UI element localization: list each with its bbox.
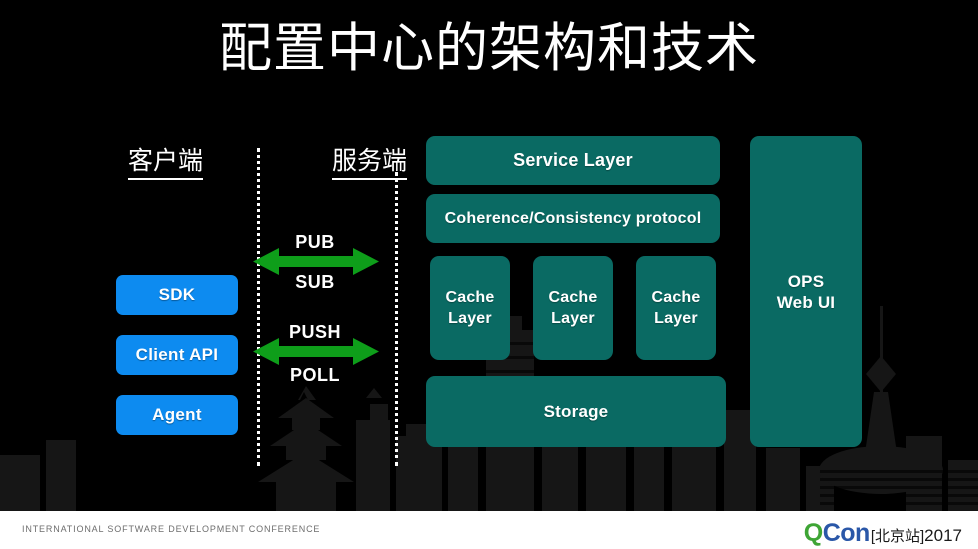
ops-label: OPS Web UI [777,271,836,313]
qcon-logo: Q Con [北京站] 2017 [804,519,962,548]
qcon-logo-con: Con [822,519,871,547]
qcon-logo-year: 2017 [924,526,962,545]
dotted-divider-left [257,148,260,466]
qcon-logo-q: Q [803,519,823,547]
cache-layer-label: Cache Layer [548,287,597,329]
section-label-client: 客户端 [128,146,204,180]
server-box-coherence-protocol[interactable]: Coherence/Consistency protocol [426,194,720,243]
cache-label-line2: Layer [448,310,492,327]
cache-label-line2: Layer [551,310,595,327]
qcon-logo-city: [北京站] [870,528,925,545]
server-box-cache-layer-1[interactable]: Cache Layer [430,256,510,360]
server-box-storage[interactable]: Storage [426,376,726,447]
client-box-agent[interactable]: Agent [116,395,238,435]
server-box-cache-layer-2[interactable]: Cache Layer [533,256,613,360]
presentation-slide: 配置中心的架构和技术 客户端 服务端 SDK Client API Agent … [0,0,978,549]
server-box-ops-web-ui[interactable]: OPS Web UI [750,136,862,447]
slide-title: 配置中心的架构和技术 [219,19,759,78]
cache-layer-label: Cache Layer [651,287,700,329]
footer-tagline: INTERNATIONAL SOFTWARE DEVELOPMENT CONFE… [22,524,321,534]
client-box-sdk[interactable]: SDK [116,275,238,315]
client-box-client-api[interactable]: Client API [116,335,238,375]
coherence-label: Coherence/Consistency protocol [444,210,702,227]
double-arrow-push-poll-icon [253,338,379,365]
cache-label-line1: Cache [651,289,701,306]
server-box-service-layer[interactable]: Service Layer [426,136,720,185]
cache-label-line2: Layer [654,310,698,327]
dotted-divider-right [395,172,398,466]
arrow-label-poll: POLL [290,365,340,385]
arrow-label-sub: SUB [295,272,335,292]
cache-label-line1: Cache [445,289,495,306]
cache-layer-label: Cache Layer [445,287,494,329]
server-box-cache-layer-3[interactable]: Cache Layer [636,256,716,360]
ops-label-line1: OPS [787,271,825,291]
ops-label-line2: Web UI [776,292,836,312]
cache-label-line1: Cache [548,289,598,306]
slide-footer: INTERNATIONAL SOFTWARE DEVELOPMENT CONFE… [0,511,978,549]
